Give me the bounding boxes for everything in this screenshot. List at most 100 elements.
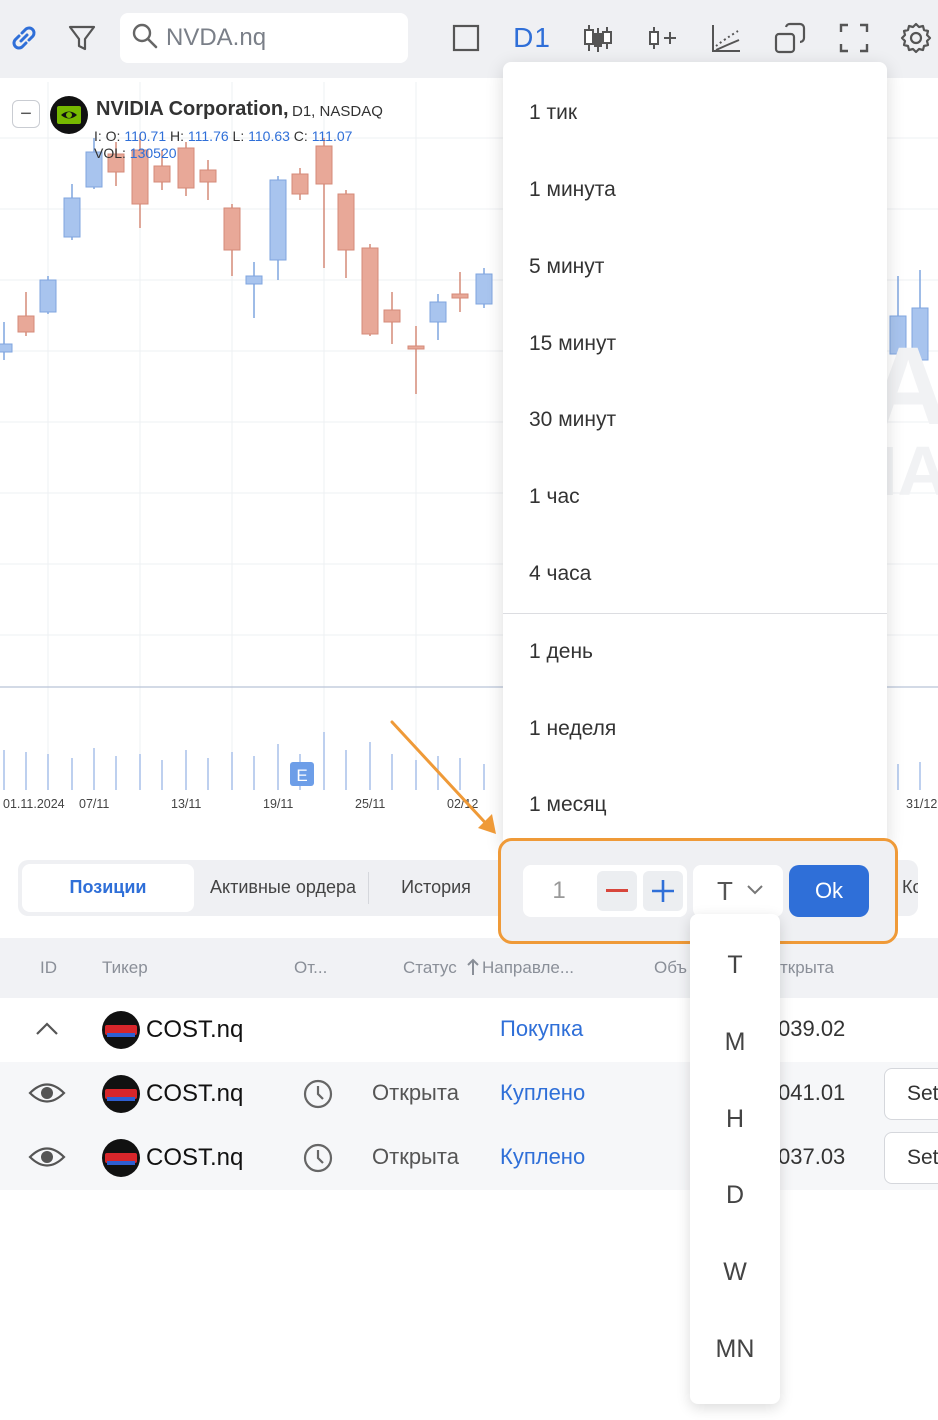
decrement-button[interactable] (597, 871, 637, 911)
timeframe-option-30-minutes[interactable]: 30 минут (503, 390, 887, 450)
increment-button[interactable] (643, 871, 683, 911)
volume-value: 130520 (129, 145, 177, 161)
chart-exchange: NASDAQ (319, 103, 383, 120)
unit-option-hour[interactable]: H (690, 1089, 780, 1149)
price-value: 037.03 (778, 1144, 846, 1169)
header-volume[interactable]: Объ (654, 958, 687, 978)
tab-history[interactable]: История (376, 864, 496, 912)
unit-option-week[interactable]: W (690, 1242, 780, 1302)
candle-body (429, 301, 447, 323)
low-label: L: (232, 128, 245, 144)
add-indicator-icon[interactable] (644, 20, 680, 56)
status-value: Открыта (372, 1144, 459, 1169)
x-axis-tick-label: 13/11 (171, 797, 201, 811)
unit-selected-value: T (717, 875, 733, 906)
eye-icon[interactable] (28, 1142, 66, 1178)
timeframe-option-15-minutes[interactable]: 15 минут (503, 314, 887, 374)
settings-gear-icon[interactable] (898, 20, 934, 56)
candle-body (407, 345, 425, 350)
plus-icon (652, 880, 674, 902)
chart-meta: D1, NASDAQ (292, 103, 383, 120)
symbol-search[interactable] (120, 13, 408, 63)
header-ticker[interactable]: Тикер (102, 958, 148, 978)
link-icon[interactable] (6, 20, 42, 56)
candle-body (153, 165, 171, 183)
eye-icon[interactable] (28, 1078, 66, 1114)
status-value: Открыта (372, 1080, 459, 1105)
sort-up-arrow-icon[interactable] (466, 958, 480, 981)
candle-body (0, 343, 13, 353)
candle-body (451, 293, 469, 299)
candle-body (17, 315, 35, 333)
x-axis-tick-label: 31/12 (906, 797, 937, 811)
header-open[interactable]: От... (294, 958, 327, 978)
object-tree-icon[interactable] (772, 20, 808, 56)
candle-body (361, 247, 379, 335)
collapse-legend-button[interactable]: − (12, 100, 40, 128)
unit-option-tick[interactable]: T (690, 935, 780, 995)
set-button[interactable]: Set (884, 1132, 938, 1184)
table-row[interactable]: COST.nq Покупка 039.02 (0, 998, 938, 1062)
timeframe-button[interactable]: D1 (510, 20, 554, 56)
fullscreen-icon[interactable] (836, 20, 872, 56)
candle-body (383, 309, 401, 323)
header-direction[interactable]: Направле... (482, 958, 574, 978)
unit-option-day[interactable]: D (690, 1165, 780, 1225)
tab-positions[interactable]: Позиции (22, 864, 194, 912)
timeframe-option-4-hours[interactable]: 4 часа (503, 544, 887, 604)
candlestick-icon[interactable] (580, 20, 616, 56)
x-axis-tick-label: 07/11 (79, 797, 109, 811)
unit-option-minute[interactable]: M (690, 1012, 780, 1072)
timeframe-dropdown: 1 тик 1 минута 5 минут 15 минут 30 минут… (503, 62, 887, 848)
ok-button[interactable]: Ok (789, 865, 869, 917)
x-axis-tick-label: 19/11 (263, 797, 293, 811)
timeframe-option-1-month[interactable]: 1 месяц (503, 775, 887, 835)
x-axis-tick-label: 01.11.2024 (3, 797, 65, 811)
header-status[interactable]: Статус (403, 958, 457, 978)
header-id[interactable]: ID (40, 958, 57, 978)
candle-body (39, 279, 57, 313)
tab-more[interactable]: Кор (902, 864, 918, 912)
direction-value: Куплено (500, 1144, 586, 1169)
table-row[interactable]: COST.nq Открыта Куплено 037.03 Set (0, 1126, 938, 1190)
earnings-marker-label: E (296, 766, 307, 785)
volume-readout: VOL: 130520 (94, 145, 177, 161)
candle-body (245, 275, 263, 285)
annotation-arrow (390, 720, 496, 834)
search-icon (132, 23, 158, 54)
timeframe-unit-select[interactable]: T (693, 865, 783, 917)
menu-divider (503, 613, 887, 614)
candle-body (269, 179, 287, 261)
open-value: 110.71 (124, 128, 167, 144)
timeframe-option-5-minutes[interactable]: 5 минут (503, 237, 887, 297)
costco-logo (102, 1139, 140, 1177)
timeframe-option-1-week[interactable]: 1 неделя (503, 699, 887, 759)
layout-single-icon[interactable] (448, 20, 484, 56)
costco-logo (102, 1075, 140, 1113)
timeframe-value-stepper[interactable] (523, 865, 687, 917)
chevron-up-icon[interactable] (34, 1016, 60, 1048)
search-input[interactable] (166, 24, 386, 52)
candle-body (199, 169, 217, 183)
open-label: I: O: (94, 128, 121, 144)
chart-timeframe: D1, (292, 103, 316, 120)
set-button[interactable]: Set (884, 1068, 938, 1120)
candle-body (177, 147, 195, 189)
header-opened[interactable]: ткрыта (780, 958, 834, 978)
company-name: NVIDIA Corporation, (96, 98, 289, 120)
timeframe-value-input[interactable] (523, 865, 595, 917)
timeframe-option-1-hour[interactable]: 1 час (503, 467, 887, 527)
table-row[interactable]: COST.nq Открыта Куплено 041.01 Set (0, 1062, 938, 1126)
trend-line-icon[interactable] (708, 20, 744, 56)
clock-icon (302, 1142, 334, 1180)
filter-icon[interactable] (64, 20, 100, 56)
tab-active-orders[interactable]: Активные ордера (196, 864, 370, 912)
timeframe-unit-dropdown: T M H D W MN (690, 914, 780, 1404)
high-value: 111.76 (187, 128, 229, 144)
price-value: 041.01 (778, 1080, 846, 1105)
timeframe-option-1-tick[interactable]: 1 тик (503, 83, 887, 143)
timeframe-option-1-minute[interactable]: 1 минута (503, 160, 887, 220)
unit-option-month[interactable]: MN (690, 1319, 780, 1379)
ticker-symbol: COST.nq (146, 1080, 244, 1107)
timeframe-option-1-day[interactable]: 1 день (503, 622, 887, 682)
